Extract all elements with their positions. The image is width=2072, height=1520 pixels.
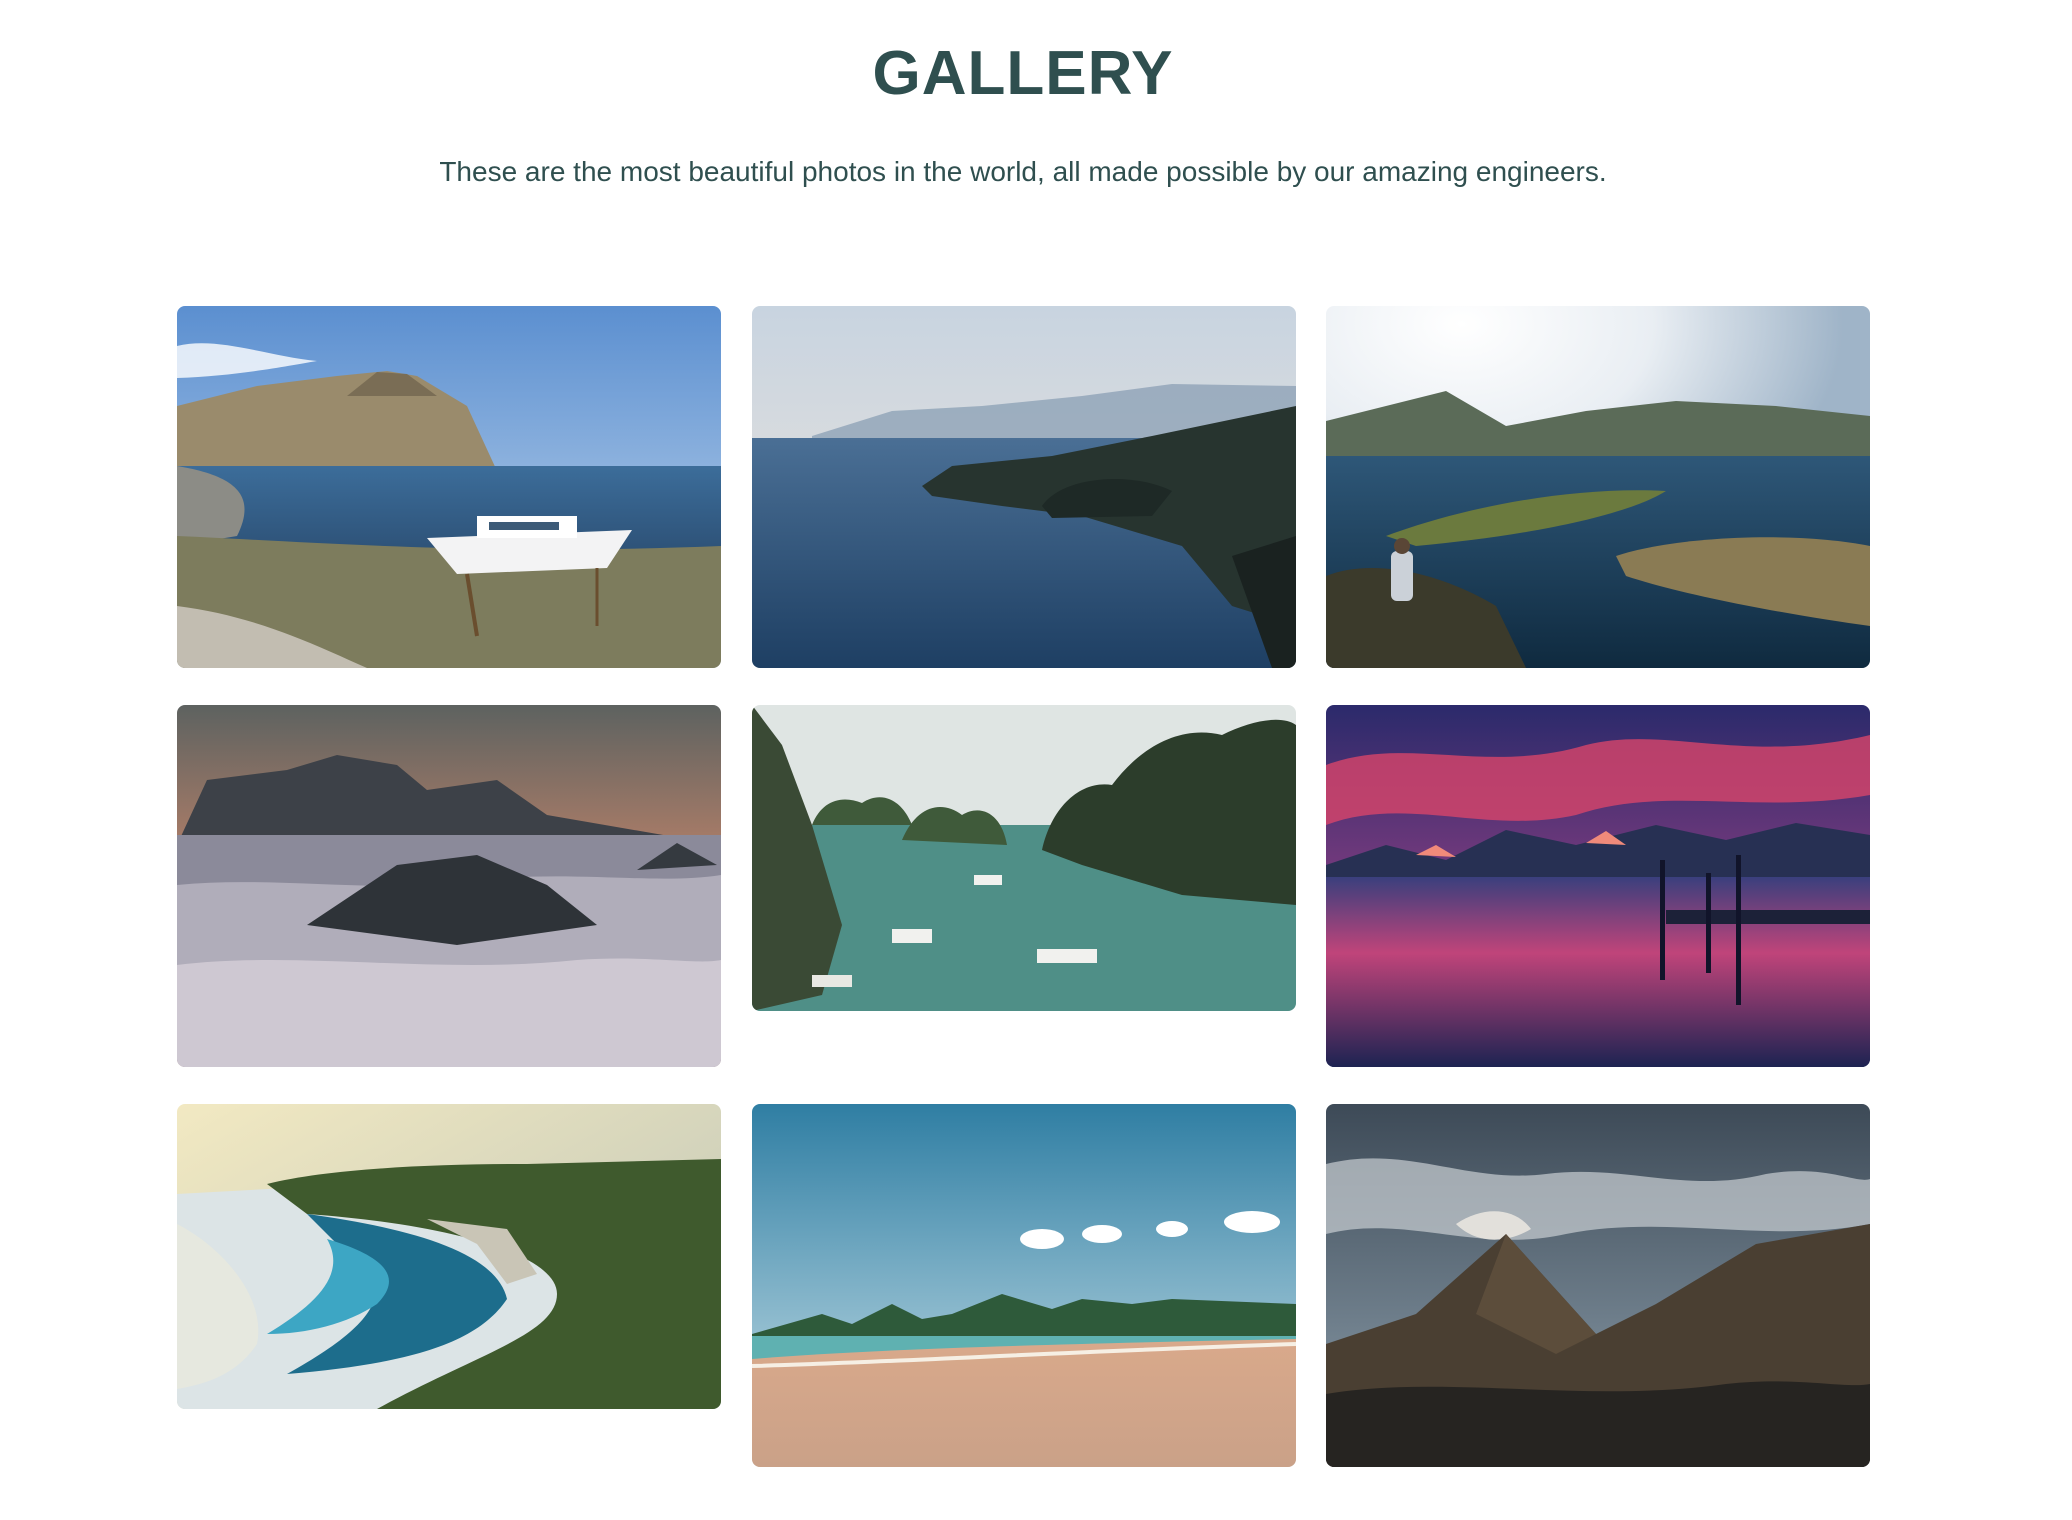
- page-subtitle: These are the most beautiful photos in t…: [439, 156, 1607, 187]
- photo-volcanic-peaks-image: [1326, 1104, 1870, 1467]
- gallery-photo-fjord-hiker[interactable]: [1326, 306, 1870, 668]
- gallery-photo-misty-cliffs[interactable]: [752, 306, 1296, 668]
- gallery-photo-karst-bay[interactable]: [752, 705, 1296, 1011]
- photo-karst-bay-image: [752, 705, 1296, 1011]
- photo-fjord-hiker-image: [1326, 306, 1870, 668]
- photo-misty-cliffs-image: [752, 306, 1296, 668]
- page-title: GALLERY: [872, 39, 1174, 108]
- photo-sandy-beach-image: [752, 1104, 1296, 1467]
- photo-lake-pier-image: [1326, 705, 1870, 1067]
- photo-sea-of-clouds-image: [177, 705, 721, 1067]
- gallery-photo-sandy-beach[interactable]: [752, 1104, 1296, 1467]
- photo-aerial-cove-image: [177, 1104, 721, 1409]
- gallery-photo-boat-bay[interactable]: [177, 306, 721, 668]
- gallery-photo-volcanic-peaks[interactable]: [1326, 1104, 1870, 1467]
- gallery-photo-lake-pier[interactable]: [1326, 705, 1870, 1067]
- gallery-photo-sea-of-clouds[interactable]: [177, 705, 721, 1067]
- photo-boat-bay-image: [177, 306, 721, 668]
- gallery-photo-aerial-cove[interactable]: [177, 1104, 721, 1409]
